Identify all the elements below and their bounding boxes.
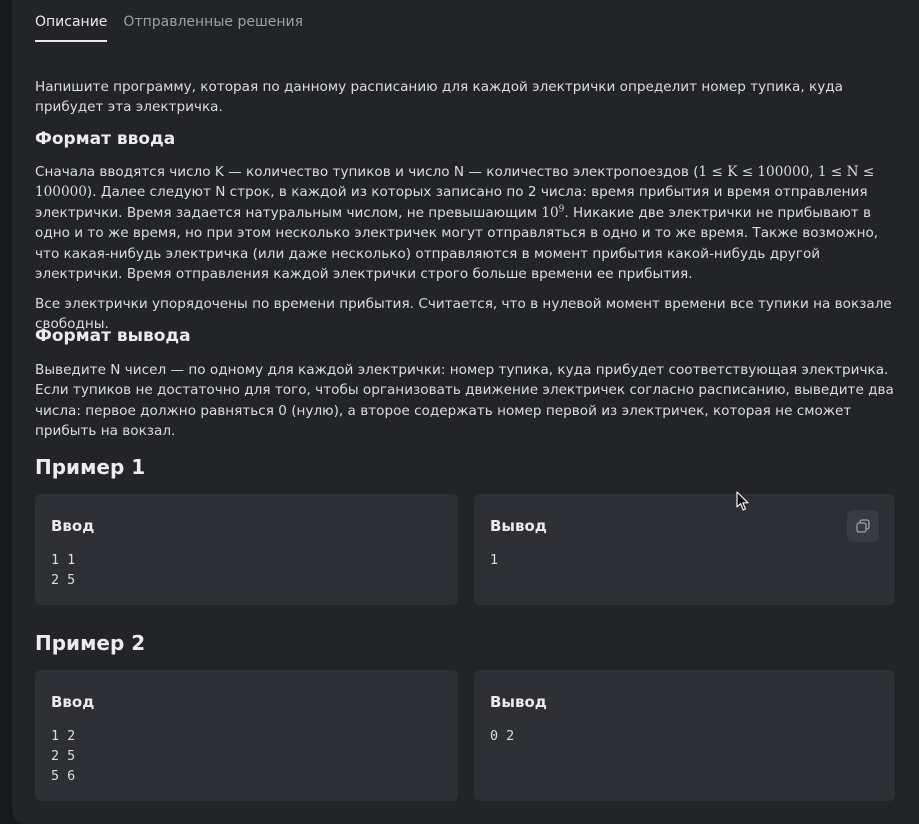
mouse-pointer-icon bbox=[736, 491, 749, 511]
problem-panel: Описание Отправленные решения Напишите п… bbox=[12, 0, 919, 824]
output-format-heading: Формат вывода bbox=[35, 326, 191, 346]
example-1-output-value: 1 bbox=[490, 553, 499, 568]
example-1-title: Пример 1 bbox=[35, 455, 146, 479]
example-2-input-value: 1 2 2 5 5 6 bbox=[51, 729, 76, 784]
example-1-input-label: Ввод bbox=[51, 517, 95, 535]
example-2-output-card: Вывод 0 2 bbox=[474, 670, 895, 801]
example-2-input-card: Ввод 1 2 2 5 5 6 bbox=[35, 670, 458, 801]
example-1-input-value: 1 1 2 5 bbox=[51, 553, 76, 588]
intro-text: Напишите программу, которая по данному р… bbox=[35, 79, 844, 116]
tab-description[interactable]: Описание bbox=[35, 0, 108, 42]
copy-button[interactable] bbox=[847, 510, 879, 542]
power-math: 109 bbox=[541, 205, 564, 221]
example-1-output-card: Вывод 1 bbox=[474, 494, 895, 605]
example-1-input-card: Ввод 1 1 2 5 bbox=[35, 494, 458, 605]
example-2-output-label: Вывод bbox=[490, 693, 547, 711]
example-2-title: Пример 2 bbox=[35, 631, 146, 655]
output-format-text: Выведите N чисел — по одному для каждой … bbox=[35, 362, 894, 440]
example-1-output-label: Вывод bbox=[490, 517, 547, 535]
example-2-input-label: Ввод bbox=[51, 693, 95, 711]
input-format-text: Сначала вводятся число K — количество ту… bbox=[35, 162, 895, 284]
tab-submissions[interactable]: Отправленные решения bbox=[123, 0, 303, 42]
input-format-text-a: Сначала вводятся число K — количество ту… bbox=[35, 164, 699, 180]
copy-icon bbox=[856, 519, 870, 533]
example-2-output-value: 0 2 bbox=[490, 729, 515, 744]
power-base: 10 bbox=[541, 204, 559, 221]
input-format-heading: Формат ввода bbox=[35, 129, 176, 149]
tab-bar: Описание Отправленные решения bbox=[35, 0, 303, 42]
